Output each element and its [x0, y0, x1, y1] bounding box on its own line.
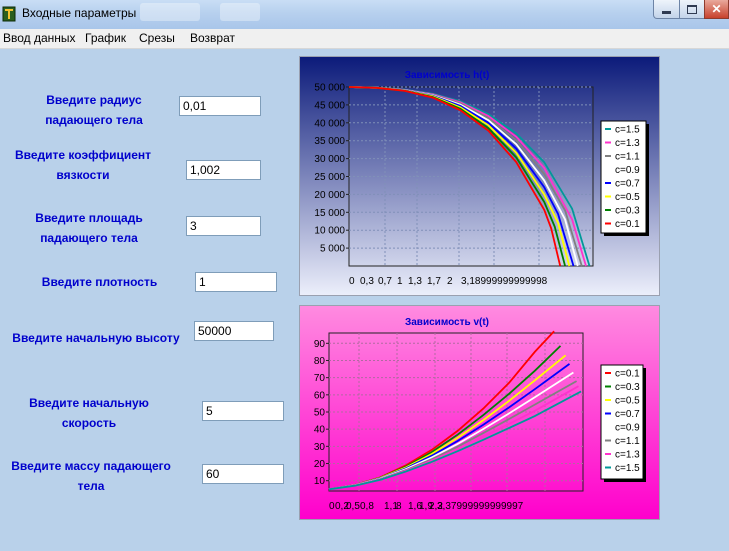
chart-title: Зависимость h(t)	[405, 70, 490, 81]
y-tick-label: 50 000	[314, 83, 345, 94]
x-tick-label: 0,8	[360, 501, 374, 512]
radius-input[interactable]	[179, 96, 261, 116]
y-tick-label: 15 000	[314, 208, 345, 219]
x-tick-label: 3,18999999999998	[461, 276, 548, 287]
height-chart: Зависимость h(t) 5 000 10 000 15 000 20 000 2…	[299, 56, 660, 296]
legend-label: c=0.7	[615, 409, 640, 420]
menu-return[interactable]: Возврат	[190, 31, 235, 45]
height-input[interactable]	[194, 321, 274, 341]
height-label: Введите начальную высоту	[12, 331, 180, 345]
legend-label: c=0.7	[615, 179, 640, 190]
legend-label: c=0.1	[615, 369, 640, 380]
viscosity-input[interactable]	[186, 160, 261, 180]
close-icon: ✕	[711, 2, 722, 16]
viscosity-label: Введите коэффициент вязкости	[14, 148, 151, 182]
area-label: Введите площадь падающего тела	[35, 211, 143, 245]
y-tick-label: 80	[314, 356, 326, 367]
x-tick-label: 0,3	[360, 276, 374, 287]
speed-input[interactable]	[202, 401, 284, 421]
y-tick-label: 60	[314, 390, 326, 401]
x-tick-label: 0,7	[378, 276, 392, 287]
y-tick-label: 90	[314, 339, 326, 350]
x-tick-label: 1	[397, 276, 403, 287]
y-tick-label: 50	[314, 408, 326, 419]
y-tick-label: 30	[314, 442, 326, 453]
window-title: Входные параметры	[22, 6, 137, 20]
chart-title: Зависимость v(t)	[405, 317, 489, 328]
legend-label: c=0.5	[615, 396, 640, 407]
mass-label: Введите массу падающего тела	[11, 459, 171, 493]
title-bar-reflection	[220, 3, 260, 21]
minimize-button[interactable]	[653, 0, 680, 19]
mass-input[interactable]	[202, 464, 284, 484]
legend-label: c=0.1	[615, 219, 640, 230]
menu-graph[interactable]: График	[85, 31, 126, 45]
y-tick-label: 25 000	[314, 172, 345, 183]
y-tick-label: 30 000	[314, 154, 345, 165]
area-input[interactable]	[186, 216, 261, 236]
legend-label: c=1.3	[615, 138, 640, 149]
x-tick-label: 2	[447, 276, 453, 287]
maximize-button[interactable]	[679, 0, 705, 19]
y-tick-label: 10 000	[314, 226, 345, 237]
legend-label: c=1.3	[615, 450, 640, 461]
legend-label: c=1.5	[615, 125, 640, 136]
close-button[interactable]: ✕	[704, 0, 729, 19]
velocity-chart: Зависимость v(t)1020304050607080900 0,20,…	[299, 305, 660, 520]
x-tick-label: 8	[396, 501, 402, 512]
legend-label: c=0.5	[615, 192, 640, 203]
density-label: Введите плотность	[41, 275, 158, 289]
legend-label: c=1.5	[615, 463, 640, 474]
y-tick-label: 40 000	[314, 118, 345, 129]
x-tick-label: 1,3	[408, 276, 422, 287]
minimize-icon	[662, 10, 671, 14]
density-input[interactable]	[195, 272, 277, 292]
legend-label: c=0.3	[615, 382, 640, 393]
menu-input-data[interactable]: Ввод данных	[3, 31, 76, 45]
y-tick-label: 35 000	[314, 136, 345, 147]
y-tick-label: 45 000	[314, 100, 345, 111]
legend-label: c=0.9	[615, 423, 640, 434]
y-tick-label: 20 000	[314, 190, 345, 201]
y-tick-label: 70	[314, 373, 326, 384]
y-tick-label: 5 000	[320, 244, 345, 255]
title-bar-reflection	[140, 3, 200, 21]
speed-label: Введите начальную скорость	[29, 396, 149, 430]
x-tick-label: 3,37999999999997	[437, 501, 524, 512]
title-bar: Входные параметры ✕	[0, 0, 729, 29]
radius-label: Введите радиус падающего тела	[45, 93, 143, 127]
legend-label: c=0.9	[615, 165, 640, 176]
menu-bar: Ввод данных График Срезы Возврат	[0, 29, 729, 49]
legend-label: c=0.3	[615, 206, 640, 217]
x-tick-label: 1,7	[427, 276, 441, 287]
app-icon	[2, 6, 16, 22]
x-tick-label: 0	[349, 276, 355, 287]
y-tick-label: 20	[314, 459, 326, 470]
x-tick-label: 0,5	[346, 501, 360, 512]
y-tick-label: 40	[314, 425, 326, 436]
maximize-icon	[687, 4, 697, 14]
legend-label: c=1.1	[615, 436, 640, 447]
menu-slices[interactable]: Срезы	[139, 31, 175, 45]
y-tick-label: 10	[314, 476, 326, 487]
legend-label: c=1.1	[615, 152, 640, 163]
